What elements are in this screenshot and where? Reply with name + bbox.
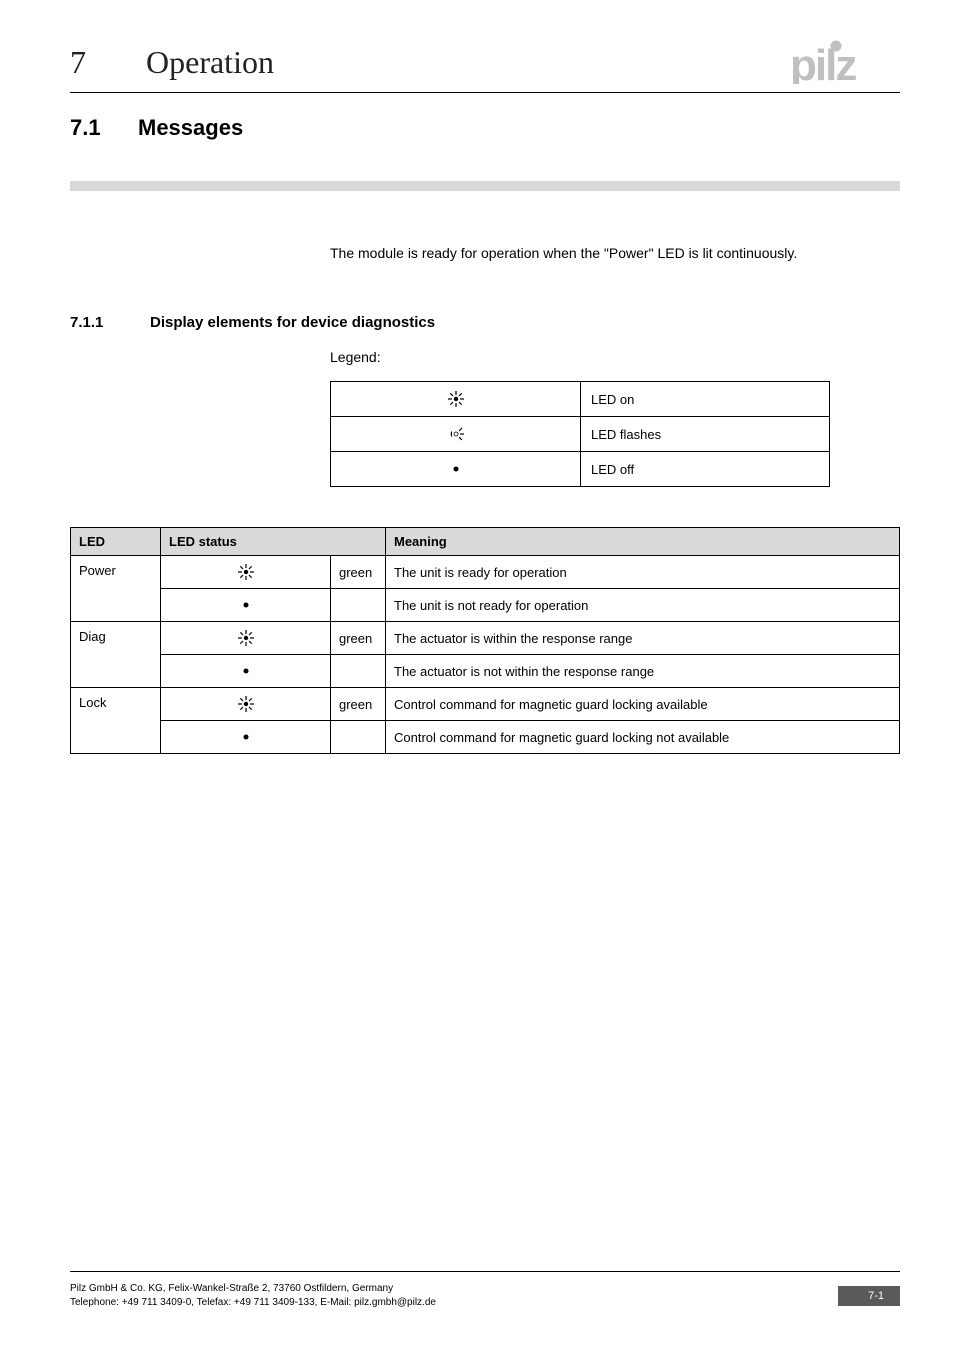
col-status: LED status xyxy=(161,528,386,556)
pilz-logo: pilz xyxy=(790,38,900,84)
col-meaning: Meaning xyxy=(386,528,900,556)
footer-address: Pilz GmbH & Co. KG, Felix-Wankel-Straße … xyxy=(70,1282,436,1310)
legend-row: LED off xyxy=(331,452,830,487)
led-off-icon xyxy=(161,589,331,622)
led-name: Diag xyxy=(71,622,161,688)
legend-meaning: LED on xyxy=(581,382,830,417)
page-number: 7-1 xyxy=(838,1286,900,1306)
page-header: 7 Operation pilz xyxy=(70,44,900,84)
led-meaning: The unit is not ready for operation xyxy=(386,589,900,622)
led-color: green xyxy=(331,556,386,589)
led-name: Power xyxy=(71,556,161,622)
led-off-icon xyxy=(161,655,331,688)
section-number: 7.1 xyxy=(70,115,110,141)
section-heading: 7.1 Messages xyxy=(70,115,900,141)
chapter-heading: 7 Operation xyxy=(70,44,274,81)
table-row: DiaggreenThe actuator is within the resp… xyxy=(71,622,900,655)
led-on-icon xyxy=(161,688,331,721)
led-on-icon xyxy=(331,382,581,417)
led-meaning: Control command for magnetic guard locki… xyxy=(386,721,900,754)
led-name: Lock xyxy=(71,688,161,754)
legend-row: LED on xyxy=(331,382,830,417)
table-row: Control command for magnetic guard locki… xyxy=(71,721,900,754)
subsection-number: 7.1.1 xyxy=(70,314,122,331)
led-meaning: The actuator is within the response rang… xyxy=(386,622,900,655)
legend-meaning: LED off xyxy=(581,452,830,487)
legend-meaning: LED flashes xyxy=(581,417,830,452)
led-on-icon xyxy=(161,622,331,655)
led-flashes-icon xyxy=(331,417,581,452)
led-color xyxy=(331,655,386,688)
footer-rule xyxy=(70,1271,900,1272)
led-meaning: The actuator is not within the response … xyxy=(386,655,900,688)
svg-text:pilz: pilz xyxy=(790,41,856,84)
legend-label: Legend: xyxy=(330,349,840,365)
header-rule xyxy=(70,92,900,93)
status-table: LED LED status Meaning PowergreenThe uni… xyxy=(70,527,900,754)
table-row: LockgreenControl command for magnetic gu… xyxy=(71,688,900,721)
intro-paragraph: The module is ready for operation when t… xyxy=(330,243,840,264)
chapter-title: Operation xyxy=(146,44,274,81)
section-bar xyxy=(70,181,900,191)
led-on-icon xyxy=(161,556,331,589)
led-color xyxy=(331,721,386,754)
led-meaning: Control command for magnetic guard locki… xyxy=(386,688,900,721)
section-title: Messages xyxy=(138,115,243,141)
led-color: green xyxy=(331,688,386,721)
led-meaning: The unit is ready for operation xyxy=(386,556,900,589)
legend-row: LED flashes xyxy=(331,417,830,452)
led-color: green xyxy=(331,622,386,655)
table-row: The actuator is not within the response … xyxy=(71,655,900,688)
col-led: LED xyxy=(71,528,161,556)
page-footer: Pilz GmbH & Co. KG, Felix-Wankel-Straße … xyxy=(70,1271,900,1310)
subsection-title: Display elements for device diagnostics xyxy=(150,314,435,331)
table-row: The unit is not ready for operation xyxy=(71,589,900,622)
subsection-heading: 7.1.1 Display elements for device diagno… xyxy=(70,314,900,331)
led-off-icon xyxy=(161,721,331,754)
chapter-number: 7 xyxy=(70,44,110,81)
led-color xyxy=(331,589,386,622)
led-off-icon xyxy=(331,452,581,487)
legend-table: LED onLED flashesLED off xyxy=(330,381,830,487)
table-row: PowergreenThe unit is ready for operatio… xyxy=(71,556,900,589)
